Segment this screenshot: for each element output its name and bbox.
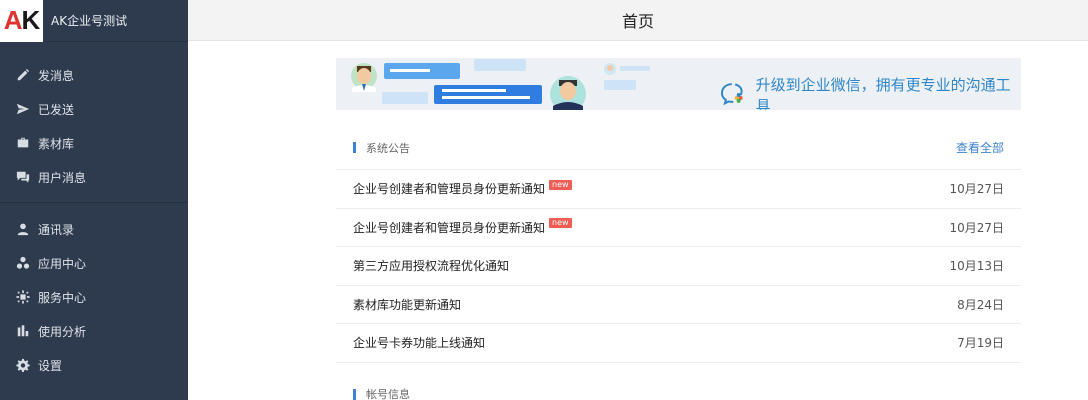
bar-chart-icon <box>16 324 30 338</box>
brand: AK AK企业号测试 <box>0 0 188 42</box>
logo[interactable]: AK <box>0 0 43 42</box>
sidebar-item-label: 已发送 <box>38 102 75 117</box>
announcements-title: 系统公告 <box>366 141 410 155</box>
notice-date: 8月24日 <box>957 297 1004 312</box>
logo-letter-a: A <box>3 5 23 35</box>
sidebar-item-label: 素材库 <box>38 136 75 151</box>
sidebar-item-materials[interactable]: 素材库 <box>0 126 188 160</box>
upgrade-banner[interactable]: 升级到企业微信，拥有更专业的沟通工具 <box>336 58 1021 110</box>
sidebar-item-label: 应用中心 <box>38 256 87 271</box>
view-all-link[interactable]: 查看全部 <box>956 139 1004 156</box>
notice-date: 10月13日 <box>949 259 1004 274</box>
app-name: AK企业号测试 <box>51 14 128 28</box>
sidebar-item-service-center[interactable]: 服务中心 <box>0 280 188 314</box>
banner-text: 升级到企业微信，拥有更专业的沟通工具 <box>720 74 1021 110</box>
sidebar-item-label: 服务中心 <box>38 290 87 305</box>
list-item[interactable]: 企业号卡券功能上线通知 7月19日 <box>336 324 1021 363</box>
notice-title: 第三方应用授权流程优化通知 <box>353 259 510 274</box>
sidebar-item-send-message[interactable]: 发消息 <box>0 58 188 92</box>
send-icon <box>16 102 30 116</box>
user-icon <box>16 222 30 236</box>
sidebar-item-sent[interactable]: 已发送 <box>0 92 188 126</box>
notice-title: 企业号创建者和管理员身份更新通知 new <box>353 218 572 236</box>
sidebar-item-settings[interactable]: 设置 <box>0 348 188 382</box>
notice-title-text: 企业号创建者和管理员身份更新通知 <box>353 182 546 197</box>
list-item[interactable]: 第三方应用授权流程优化通知 10月13日 <box>336 247 1021 286</box>
sidebar-item-label: 使用分析 <box>38 324 87 339</box>
nav-group-management: 通讯录 应用中心 服务中心 使用分析 设置 <box>0 202 188 390</box>
sidebar-item-contacts[interactable]: 通讯录 <box>0 212 188 246</box>
notice-date: 7月19日 <box>957 336 1004 351</box>
section-title: 系统公告 <box>353 140 410 156</box>
notice-date: 10月27日 <box>949 182 1004 197</box>
new-badge: new <box>549 218 572 229</box>
notice-title-text: 企业号创建者和管理员身份更新通知 <box>353 220 546 235</box>
chat-illustration <box>351 59 650 110</box>
sidebar-item-label: 通讯录 <box>38 222 75 237</box>
nav-group-messages: 发消息 已发送 素材库 用户消息 <box>0 42 188 202</box>
briefcase-icon <box>16 136 30 150</box>
sidebar-item-analytics[interactable]: 使用分析 <box>0 314 188 348</box>
new-badge: new <box>549 179 572 190</box>
section-marker <box>353 388 356 400</box>
sidebar-item-label: 用户消息 <box>38 170 87 185</box>
section-marker <box>353 142 356 153</box>
logo-letter-k: K <box>21 5 41 35</box>
account-title: 帐号信息 <box>366 388 410 400</box>
list-item[interactable]: 企业号创建者和管理员身份更新通知 new 10月27日 <box>336 170 1021 209</box>
sidebar-item-label: 设置 <box>38 358 63 373</box>
section-title: 帐号信息 <box>353 386 410 400</box>
announcements-header: 系统公告 查看全部 <box>336 126 1021 170</box>
apps-icon <box>16 256 30 270</box>
notice-title: 企业号创建者和管理员身份更新通知 new <box>353 179 572 197</box>
wework-logo-icon <box>720 83 743 106</box>
service-icon <box>16 290 30 304</box>
list-item[interactable]: 素材库功能更新通知 8月24日 <box>336 286 1021 324</box>
list-item[interactable]: 企业号创建者和管理员身份更新通知 new 10月27日 <box>336 209 1021 247</box>
main-content: 升级到企业微信，拥有更专业的沟通工具 系统公告 查看全部 企业号创建者和管理员身… <box>336 58 1021 400</box>
banner-label: 升级到企业微信，拥有更专业的沟通工具 <box>755 76 1011 110</box>
chat-icon <box>16 170 30 184</box>
page-title: 首页 <box>621 12 654 31</box>
notice-title: 企业号卡券功能上线通知 <box>353 336 486 351</box>
sidebar: AK AK企业号测试 发消息 已发送 素材库 用户消息 通讯录 应用中心 服务中… <box>0 0 188 400</box>
notice-date: 10月27日 <box>949 220 1004 235</box>
sidebar-item-label: 发消息 <box>38 68 75 83</box>
sidebar-item-app-center[interactable]: 应用中心 <box>0 246 188 280</box>
sidebar-item-user-messages[interactable]: 用户消息 <box>0 160 188 194</box>
pencil-icon <box>16 68 30 82</box>
gear-icon <box>16 358 30 372</box>
notice-title: 素材库功能更新通知 <box>353 297 462 312</box>
top-header: 首页 <box>188 0 1088 41</box>
account-header: 帐号信息 <box>336 375 1021 400</box>
